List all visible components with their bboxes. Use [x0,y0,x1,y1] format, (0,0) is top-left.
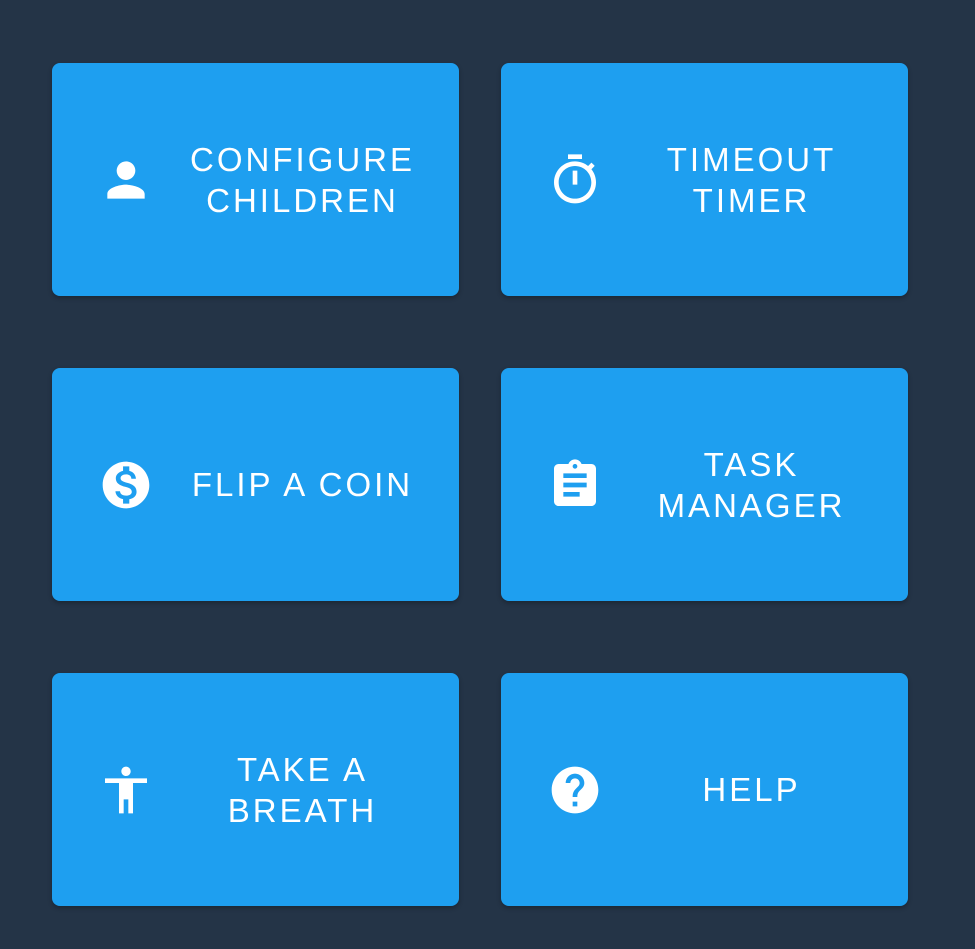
stopwatch-icon [547,152,603,208]
timeout-timer-label: TIMEOUT TIMER [666,140,837,219]
menu-grid: CONFIGURE CHILDREN TIMEOUT TIMER FLIP A … [0,0,975,949]
task-manager-button[interactable]: TASK MANAGER [501,368,908,601]
take-a-breath-button[interactable]: TAKE A BREATH [52,673,459,906]
accessibility-person-icon [98,762,154,818]
dollar-coin-icon [98,457,154,513]
help-button[interactable]: HELP [501,673,908,906]
flip-a-coin-label: FLIP A COIN [191,466,414,503]
task-manager-label: TASK MANAGER [657,445,846,524]
configure-children-button[interactable]: CONFIGURE CHILDREN [52,63,459,296]
flip-a-coin-button[interactable]: FLIP A COIN [52,368,459,601]
take-a-breath-label: TAKE A BREATH [227,750,378,829]
person-icon [98,152,154,208]
timeout-timer-button[interactable]: TIMEOUT TIMER [501,63,908,296]
configure-children-label: CONFIGURE CHILDREN [190,140,415,219]
help-circle-icon [547,762,603,818]
help-label: HELP [702,771,801,808]
clipboard-icon [547,457,603,513]
